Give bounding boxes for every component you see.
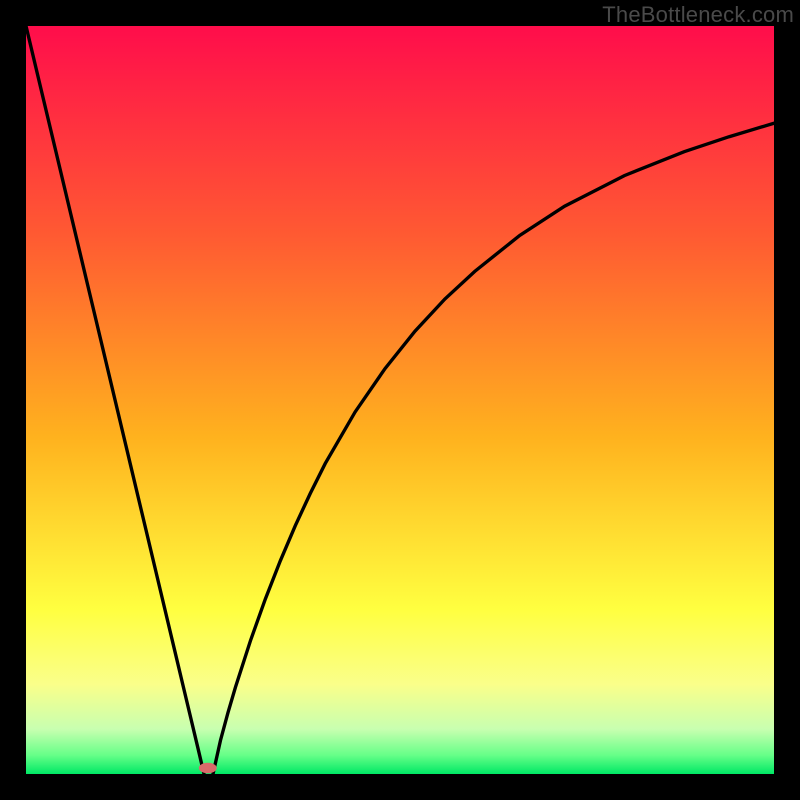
optimum-marker bbox=[199, 763, 217, 773]
chart-background bbox=[26, 26, 774, 774]
chart-svg bbox=[26, 26, 774, 774]
chart-frame bbox=[26, 26, 774, 774]
watermark-text: TheBottleneck.com bbox=[602, 2, 794, 28]
